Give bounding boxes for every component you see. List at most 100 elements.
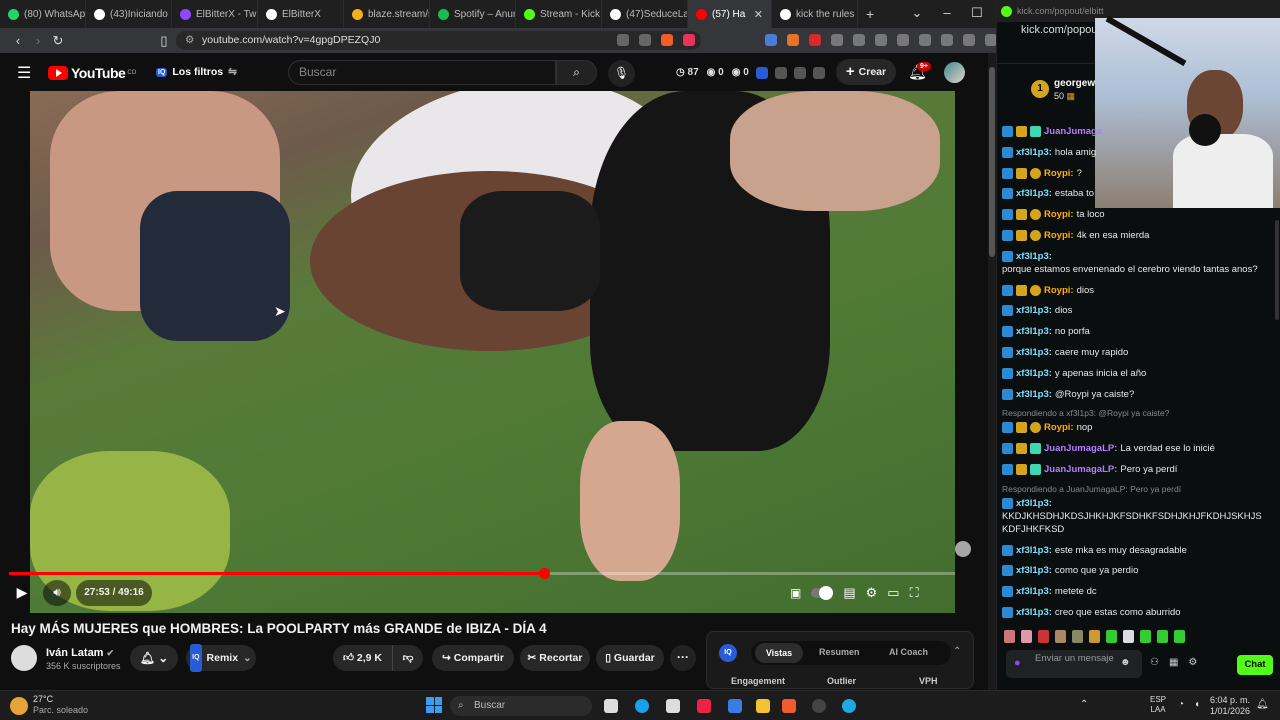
remix-button[interactable]: IQ Remix ⌄ [186,644,256,672]
reload-icon[interactable]: ↻ [48,33,68,49]
chat-username[interactable]: JuanJumagaLP: [1044,463,1117,476]
collapse-icon[interactable]: ⌃ [953,646,961,657]
vidiq-overlay-icon[interactable] [955,541,971,557]
share-button[interactable]: ↪ Compartir [432,645,514,671]
chat-username[interactable]: xf3l1p3: [1016,606,1052,619]
settings-gear-icon[interactable]: ⚙ [866,585,878,601]
emoji-icon[interactable]: ☻ [1120,657,1131,668]
app-icon[interactable] [812,699,826,713]
emote-icon[interactable] [1055,630,1066,643]
volume-icon[interactable]: ◖ [1194,699,1200,710]
mic-icon[interactable]: ● [1014,657,1021,669]
file-explorer-icon[interactable] [756,699,770,713]
chat-username[interactable]: Roypi: [1044,284,1074,297]
users-icon[interactable]: ⚇ [1150,657,1159,668]
brave-icon[interactable] [782,699,796,713]
chat-message[interactable]: xf3l1p3: como que ya perdio [1002,564,1272,577]
chat-message[interactable]: xf3l1p3: porque estamos envenenado el cer… [1002,250,1272,276]
install-icon[interactable] [617,34,629,46]
emote-icon[interactable] [1072,630,1083,643]
tab-vistas[interactable]: Vistas [755,643,803,663]
extension-icon[interactable] [853,34,865,46]
share-icon[interactable] [639,34,651,46]
edge-icon[interactable] [635,699,649,713]
browser-tab[interactable]: Stream - Kick [516,0,602,28]
like-button[interactable]: 👍︎ 2,9 K [333,645,393,671]
emote-icon[interactable] [1089,630,1100,643]
wifi-icon[interactable]: ◔ [1178,699,1184,710]
chat-message[interactable]: JuanJumagaLP: La verdad ese lo inicié [1002,442,1272,455]
subtitles-icon[interactable]: ▤ [843,585,855,601]
app-icon[interactable] [666,699,680,713]
top-gifter-name[interactable]: georgew [1054,78,1095,89]
back-icon[interactable]: ‹ [8,33,28,48]
bookmark-icon[interactable]: ▯ [154,33,174,49]
create-button[interactable]: + Crear [836,59,896,85]
tool-icon[interactable] [775,67,787,79]
chat-message[interactable]: xf3l1p3: KKDJKHSDHJKDSJHKHJKFSDHKFSDHJKHJ… [1002,497,1272,536]
chat-username[interactable]: xf3l1p3: [1016,304,1052,317]
video-progress-bar[interactable] [9,568,955,579]
puzzle-icon[interactable] [831,34,843,46]
vidiq-player-icon[interactable]: ▣ [790,586,801,600]
chat-username[interactable]: xf3l1p3: [1016,146,1052,159]
chat-username[interactable]: xf3l1p3: [1016,544,1052,557]
chat-message[interactable]: xf3l1p3: no porfa [1002,325,1272,338]
leo-icon[interactable] [941,34,953,46]
chat-message[interactable]: xf3l1p3: creo que estas como aburrido [1002,606,1272,619]
autoplay-toggle[interactable] [811,586,834,600]
browser-tab[interactable]: ElBitterX [258,0,344,28]
tab-close-icon[interactable]: ✕ [754,8,763,21]
emote-icon[interactable] [1157,630,1168,643]
browser-tab[interactable]: blaze.stream/s [344,0,430,28]
chat-username[interactable]: xf3l1p3: [1016,388,1052,401]
volume-button[interactable]: 🔊︎ [43,580,71,606]
settings-gear-icon[interactable]: ⚙ [1188,657,1197,668]
music-icon[interactable] [875,34,887,46]
page-scrollbar[interactable] [988,53,996,690]
tool-icon[interactable] [813,67,825,79]
chat-username[interactable]: xf3l1p3: [1016,187,1052,200]
chat-username[interactable]: xf3l1p3: [1016,497,1052,510]
clock[interactable]: 6:04 p. m. 1/01/2026 [1208,695,1250,717]
more-actions-button[interactable]: ··· [670,645,696,671]
brave-shield-icon[interactable] [661,34,673,46]
chat-send-button[interactable]: Chat [1237,655,1273,675]
avatar[interactable] [944,62,965,83]
browser-tab[interactable]: (43)Iniciando n [86,0,172,28]
chat-username[interactable]: xf3l1p3: [1016,325,1052,338]
channel-name[interactable]: Iván Latam ✔ [46,647,114,659]
site-info-icon[interactable]: ⚙ [185,31,194,50]
browser-tab[interactable]: Spotify – Anun [430,0,516,28]
extension-icon[interactable] [809,34,821,46]
chat-message[interactable]: xf3l1p3: estaba to [1002,187,1272,200]
scrollbar-thumb[interactable] [989,67,995,257]
tray-expand-icon[interactable]: ⌃ [1080,699,1088,710]
store-icon[interactable] [728,699,742,713]
chat-message[interactable]: xf3l1p3: este mka es muy desagradable [1002,544,1272,557]
store-icon[interactable]: ▦ [1169,657,1178,668]
browser-tab[interactable]: kick the rules [772,0,858,28]
chat-username[interactable]: xf3l1p3: [1016,250,1052,263]
browser-tab[interactable]: (47)SeduceLaV [602,0,688,28]
chat-message[interactable]: Roypi: dios [1002,284,1272,297]
hamburger-menu-icon[interactable]: ☰ [17,63,31,83]
chat-message[interactable]: Roypi: nop [1002,421,1272,434]
emote-icon[interactable] [1021,630,1032,643]
task-view-icon[interactable] [604,699,618,713]
tab-resumen[interactable]: Resumen [819,647,860,657]
save-button[interactable]: ▯ Guardar [596,645,664,671]
browser-tab[interactable]: (57) Ha ✕ [688,0,772,28]
chat-username[interactable]: Roypi: [1044,421,1074,434]
chat-username[interactable]: xf3l1p3: [1016,346,1052,359]
chat-username[interactable]: Roypi: [1044,229,1074,242]
emote-icon[interactable] [1140,630,1151,643]
emote-icon[interactable] [1038,630,1049,643]
maximize-icon[interactable]: ☐ [962,5,992,21]
chat-scrollbar[interactable] [1275,220,1279,320]
app-icon[interactable] [697,699,711,713]
chat-message[interactable]: JuanJumagaLP: Pero ya perdí [1002,463,1272,476]
emote-icon[interactable] [1106,630,1117,643]
browser-tab[interactable]: (80) WhatsApp [0,0,86,28]
chat-message[interactable]: Roypi: 4k en esa mierda [1002,229,1272,242]
